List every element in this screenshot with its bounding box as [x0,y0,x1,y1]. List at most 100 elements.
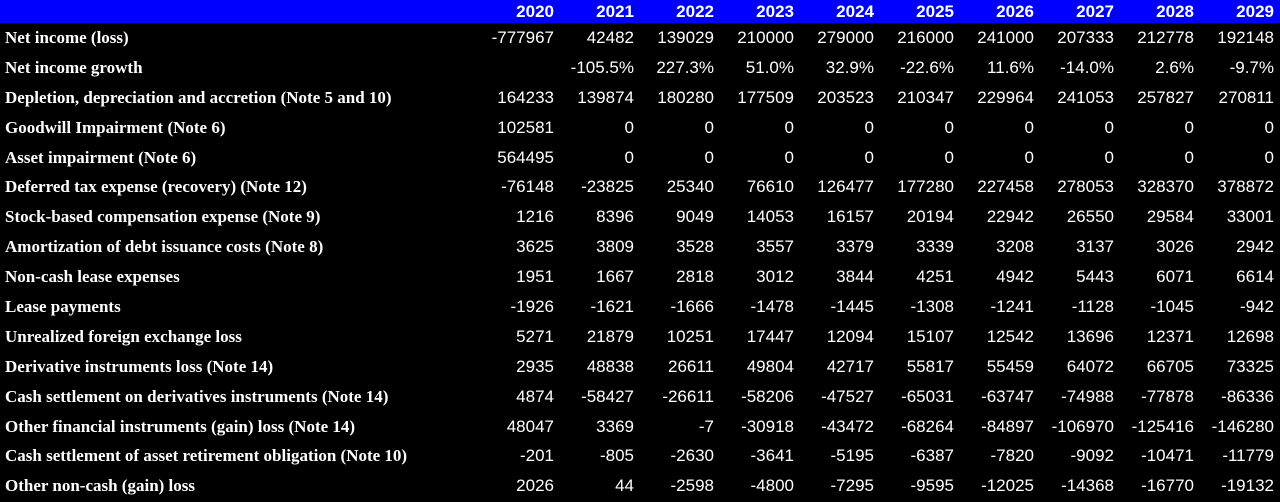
value-cell: 0 [1264,147,1274,167]
value-cell: 42482 [586,27,634,47]
row-label: Other financial instruments (gain) loss … [5,416,356,436]
value-cell: 3625 [516,237,554,257]
value-cell: 1667 [596,267,634,287]
table-header: 2020 2021 2022 2023 2024 2025 2026 2027 2028 2029 [0,0,1280,23]
value-cell: 2818 [676,267,714,287]
year-header: 2022 [676,2,714,21]
value-cell: 164233 [497,87,554,107]
table-row: Cash settlement on derivatives instrumen… [0,382,1280,412]
row-label: Other non-cash (gain) loss [5,476,196,496]
value-cell: 177509 [737,87,794,107]
value-cell: 48838 [586,356,634,376]
year-header: 2023 [756,2,794,21]
value-cell: 139029 [657,27,714,47]
value-cell: -4800 [750,476,794,496]
year-header: 2029 [1236,2,1274,21]
value-cell: -2630 [670,446,714,466]
value-cell: 48047 [506,416,554,436]
value-cell: -3641 [750,446,794,466]
value-cell: 3557 [756,237,794,257]
table-row: Cash settlement of asset retirement obli… [0,441,1280,471]
row-label: Amortization of debt issuance costs (Not… [5,237,324,257]
value-cell: -63747 [981,386,1034,406]
value-cell: 26611 [667,356,714,376]
value-cell: -74988 [1061,386,1114,406]
value-cell: 0 [1264,117,1274,137]
value-cell: 76610 [746,177,794,197]
value-cell: 203523 [817,87,874,107]
header-label-cell [0,0,480,23]
value-cell: -5195 [830,446,874,466]
value-cell: -11779 [1222,446,1274,466]
value-cell: 192148 [1217,27,1274,47]
value-cell: -10471 [1141,446,1194,466]
value-cell: 0 [704,117,714,137]
value-cell: 212778 [1137,27,1194,47]
value-cell: 12094 [826,326,874,346]
value-cell: -1621 [590,296,634,316]
value-cell: 29584 [1146,207,1194,227]
value-cell: -16770 [1141,476,1194,496]
value-cell: 139874 [577,87,634,107]
value-cell: -1926 [510,296,554,316]
value-cell: -1478 [750,296,794,316]
value-cell: -9092 [1070,446,1114,466]
year-header: 2024 [836,2,874,21]
value-cell: -125416 [1131,416,1194,436]
value-cell: 4942 [996,267,1034,287]
value-cell: -43472 [821,416,874,436]
value-cell: 180280 [657,87,714,107]
value-cell: 0 [1184,147,1194,167]
value-cell: 49804 [746,356,794,376]
value-cell: 13696 [1066,326,1114,346]
value-cell: 2026 [516,476,554,496]
value-cell: 20194 [906,207,954,227]
value-cell: 3208 [996,237,1034,257]
row-label: Goodwill Impairment (Note 6) [5,117,226,137]
value-cell: 3379 [836,237,874,257]
value-cell: 0 [944,117,954,137]
year-header: 2028 [1156,2,1194,21]
table-row: Non-cash lease expenses 1951 1667 2818 3012 3… [0,262,1280,292]
value-cell: 5271 [516,326,554,346]
value-cell: 3528 [676,237,714,257]
value-cell: -76148 [501,177,554,197]
value-cell: -65031 [901,386,954,406]
value-cell: 10251 [666,326,714,346]
value-cell: 16157 [826,207,874,227]
value-cell: 241000 [977,27,1034,47]
value-cell: 102581 [497,117,554,137]
value-cell: -9.7% [1229,57,1274,77]
value-cell: 227458 [977,177,1034,197]
value-cell: 328370 [1137,177,1194,197]
value-cell: -86336 [1221,386,1274,406]
year-header: 2021 [596,2,634,21]
value-cell: -12025 [981,476,1034,496]
value-cell: 2935 [516,356,554,376]
value-cell: 17447 [746,326,794,346]
value-cell: -84897 [981,416,1034,436]
value-cell: 3339 [916,237,954,257]
value-cell: 55817 [906,356,954,376]
value-cell: 216000 [897,27,954,47]
value-cell: 378872 [1217,177,1274,197]
value-cell: 0 [864,117,874,137]
value-cell: 1216 [516,207,554,227]
year-header: 2025 [916,2,954,21]
row-label: Asset impairment (Note 6) [5,147,197,167]
value-cell: -30918 [741,416,794,436]
value-cell: 12542 [986,326,1034,346]
year-header: 2027 [1076,2,1114,21]
table-row: Stock-based compensation expense (Note 9… [0,202,1280,232]
value-cell: 4874 [516,386,554,406]
value-cell: 0 [1104,147,1114,167]
value-cell: -19132 [1221,476,1274,496]
value-cell: 2942 [1236,237,1274,257]
value-cell: -68264 [901,416,954,436]
value-cell: 210347 [897,87,954,107]
value-cell: 55459 [986,356,1034,376]
value-cell: -146280 [1211,416,1274,436]
table-row: Asset impairment (Note 6) 564495 0 0 0 0 0 0 0 0 0 [0,143,1280,173]
value-cell: -105.5% [570,57,634,77]
value-cell: 0 [944,147,954,167]
